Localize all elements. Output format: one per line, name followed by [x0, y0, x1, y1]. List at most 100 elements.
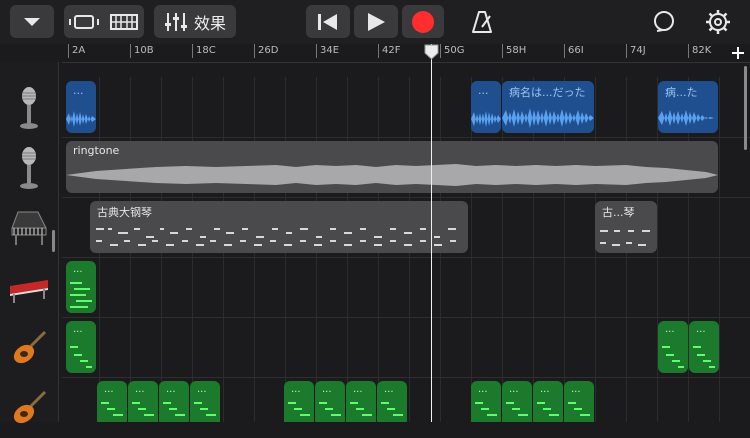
plus-icon	[732, 47, 744, 59]
midi-region-guitar-2[interactable]: ...	[502, 381, 532, 422]
midi-region-guitar[interactable]: ...	[66, 321, 96, 373]
track-header-microphone[interactable]	[0, 78, 58, 138]
browser-view-icon	[69, 14, 99, 29]
tracks-view-button[interactable]	[104, 5, 144, 38]
waveform	[66, 164, 718, 186]
midi-region-guitar[interactable]: ...	[658, 321, 688, 373]
ruler-marker: 82K	[692, 45, 712, 56]
midi-notes	[194, 402, 216, 416]
track-header-grand-piano[interactable]	[0, 198, 58, 258]
midi-region-guitar-2[interactable]: ...	[190, 381, 220, 422]
audio-region[interactable]: ...	[471, 81, 501, 133]
add-section-button[interactable]	[732, 43, 744, 64]
midi-notes	[319, 402, 341, 416]
tracks-view-dropdown-button[interactable]	[10, 5, 54, 38]
record-icon	[412, 10, 434, 33]
settings-button[interactable]	[702, 6, 734, 38]
audio-region[interactable]: 病名は...だった	[502, 81, 594, 133]
effects-label: 效果	[193, 13, 226, 33]
midi-notes	[475, 402, 497, 416]
region-label: ...	[478, 84, 489, 97]
midi-region-guitar-2[interactable]: ...	[128, 381, 158, 422]
midi-notes	[506, 402, 528, 416]
view-toggle-group	[64, 5, 144, 38]
microphone-icon	[20, 87, 38, 129]
midi-notes	[600, 230, 650, 246]
track-resize-handle[interactable]	[52, 230, 55, 252]
record-button[interactable]	[402, 5, 444, 38]
midi-region-guitar-2[interactable]: ...	[315, 381, 345, 422]
ruler-tick	[564, 44, 565, 58]
grand-piano-icon	[11, 211, 47, 245]
ruler-tick	[626, 44, 627, 58]
tracks-view-icon	[110, 13, 138, 30]
region-label: ...	[540, 384, 550, 395]
go-to-beginning-icon	[318, 13, 337, 30]
midi-region-synth[interactable]: ...	[66, 261, 96, 313]
track-header-microphone-2[interactable]	[0, 138, 58, 198]
midi-region-guitar-2[interactable]: ...	[97, 381, 127, 422]
play-button[interactable]	[354, 5, 398, 38]
loop-browser-button[interactable]	[648, 6, 680, 38]
midi-region-guitar[interactable]: ...	[689, 321, 719, 373]
midi-region-guitar-2[interactable]: ...	[564, 381, 594, 422]
lane-separator	[62, 137, 750, 138]
browser-view-button[interactable]	[64, 5, 104, 38]
audio-region[interactable]: ...	[66, 81, 96, 133]
midi-region-piano[interactable]: 古典大钢琴	[90, 201, 468, 253]
midi-region-guitar-2[interactable]: ...	[346, 381, 376, 422]
metronome-icon	[472, 11, 492, 33]
dropdown-triangle-icon	[24, 17, 40, 26]
timeline-ruler[interactable]: 2A 10B 18C 26D 34E 42F 50G 58H 66I 74J 8…	[62, 44, 750, 63]
keyboard-synth-icon	[10, 280, 48, 303]
midi-notes	[96, 228, 456, 246]
track-header-guitar[interactable]	[0, 318, 58, 378]
settings-gear-icon	[706, 10, 730, 34]
region-label: ...	[73, 84, 84, 97]
toolbar: 效果	[0, 0, 750, 44]
midi-region-guitar-2[interactable]: ...	[284, 381, 314, 422]
track-lanes[interactable]: ... ... 病名は...だった 病...た ringtone 古典大钢琴 古…	[62, 77, 750, 422]
midi-notes	[537, 402, 559, 416]
ruler-tick	[378, 44, 379, 58]
midi-region-guitar-2[interactable]: ...	[533, 381, 563, 422]
midi-region-guitar-2[interactable]: ...	[471, 381, 501, 422]
midi-region-guitar-2[interactable]: ...	[159, 381, 189, 422]
region-label: ...	[104, 384, 114, 395]
ruler-marker: 26D	[258, 45, 279, 56]
track-header-keyboard[interactable]	[0, 258, 58, 318]
midi-notes	[70, 346, 92, 368]
audio-region[interactable]: 病...た	[658, 81, 718, 133]
playhead-line	[431, 44, 432, 422]
waveform	[502, 108, 594, 128]
mixer-effects-button[interactable]: 效果	[154, 5, 236, 38]
ruler-tick	[688, 44, 689, 58]
playhead-handle[interactable]	[424, 44, 439, 60]
lane-separator	[62, 317, 750, 318]
metronome-button[interactable]	[466, 6, 498, 38]
loop-region-ringtone[interactable]: ringtone	[66, 141, 718, 193]
region-label: ...	[322, 384, 332, 395]
vertical-scrollbar[interactable]	[744, 66, 747, 150]
region-label: 病名は...だった	[509, 86, 586, 99]
track-header-guitar-2[interactable]	[0, 378, 58, 438]
region-label: ...	[197, 384, 207, 395]
midi-notes	[101, 402, 123, 416]
region-label: ...	[353, 384, 363, 395]
region-label: 古...琴	[602, 206, 635, 219]
electric-guitar-icon	[13, 390, 47, 424]
ruler-marker: 50G	[444, 45, 465, 56]
ruler-marker: 58H	[506, 45, 527, 56]
midi-region-piano[interactable]: 古...琴	[595, 201, 657, 253]
midi-notes	[132, 402, 154, 416]
region-label: ...	[384, 384, 394, 395]
ruler-marker: 74J	[630, 45, 646, 56]
region-label: 病...た	[665, 86, 698, 99]
midi-notes	[662, 346, 684, 368]
ruler-tick	[130, 44, 131, 58]
ruler-marker: 66I	[568, 45, 584, 56]
ruler-tick	[316, 44, 317, 58]
midi-region-guitar-2[interactable]: ...	[377, 381, 407, 422]
go-to-beginning-button[interactable]	[306, 5, 350, 38]
region-label: ...	[166, 384, 176, 395]
